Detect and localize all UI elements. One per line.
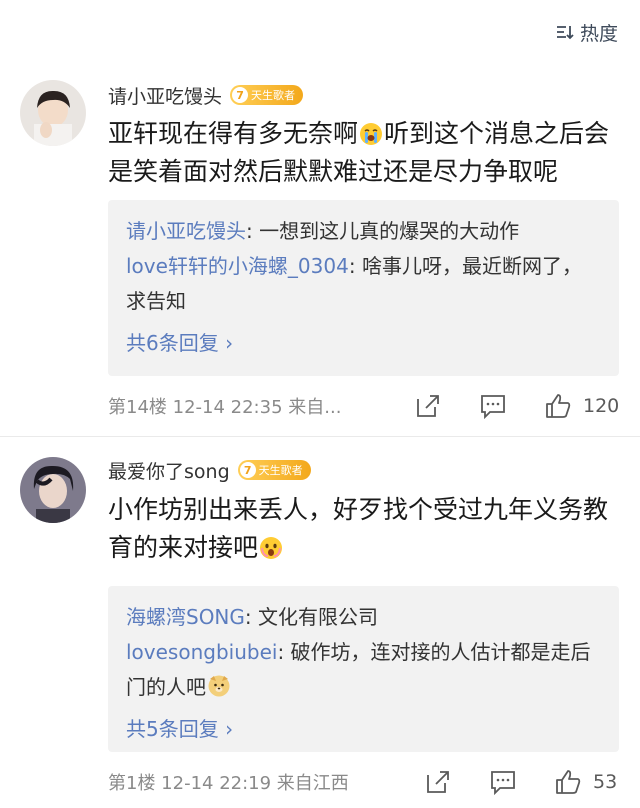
- share-button[interactable]: [413, 391, 443, 421]
- avatar[interactable]: [20, 80, 86, 146]
- comment-meta: 第1楼 12-14 22:19 来自江西: [108, 773, 349, 794]
- like-count: 53: [593, 771, 618, 793]
- comment-icon: [491, 771, 515, 796]
- like-button[interactable]: 53: [553, 767, 617, 797]
- fan-badge: 7 天生歌者: [230, 85, 304, 105]
- reply-username[interactable]: 请小亚吃馒头: [126, 219, 246, 243]
- username[interactable]: 请小亚吃馒头: [108, 82, 222, 109]
- fearful-face-icon: [260, 537, 283, 559]
- crying-face-icon: [360, 123, 383, 145]
- reply-item: 请小亚吃馒头: 一想到这儿真的爆哭的大动作: [126, 214, 601, 249]
- avatar[interactable]: [20, 457, 86, 523]
- reply-item: 海螺湾SONG: 文化有限公司: [126, 600, 601, 635]
- thumbs-up-icon: [556, 770, 581, 794]
- badge-level: 7: [239, 462, 256, 478]
- reply-item: lovesongbiubei: 破作坊，连对接的人估计都是走后门的人吧: [126, 635, 601, 705]
- share-icon: [427, 771, 449, 793]
- comment-text: 亚轩现在得有多无奈啊 听到这个消息之后会是笑着面对然后默默难过还是尽力争取呢: [108, 119, 610, 186]
- like-count: 120: [583, 395, 620, 417]
- reply-text: : 文化有限公司: [244, 605, 379, 629]
- share-icon: [417, 395, 439, 417]
- comment-meta: 第14楼 12-14 22:35 来自...: [108, 397, 342, 418]
- badge-text: 天生歌者: [251, 89, 296, 102]
- fan-badge: 7 天生歌者: [237, 460, 311, 480]
- doge-face-icon: [208, 675, 230, 697]
- reply-item: love轩轩的小海螺_0304: 啥事儿呀，最近断网了，求告知: [126, 249, 601, 319]
- reply-button[interactable]: [488, 767, 518, 797]
- chevron-right-icon: ›: [225, 717, 234, 741]
- sort-button[interactable]: 热度: [556, 18, 618, 46]
- reply-username[interactable]: 海螺湾SONG: [126, 605, 245, 629]
- reply-username[interactable]: love轩轩的小海螺_0304: [126, 254, 349, 278]
- sort-icon: [556, 26, 574, 40]
- comment-footer: 第14楼 12-14 22:35 来自... 120: [108, 388, 622, 424]
- badge-text: 天生歌者: [258, 464, 303, 477]
- username[interactable]: 最爱你了song: [108, 457, 230, 484]
- reply-box[interactable]: 请小亚吃馒头: 一想到这儿真的爆哭的大动作 love轩轩的小海螺_0304: 啥…: [108, 200, 619, 376]
- divider: [0, 436, 640, 437]
- thumbs-up-icon: [546, 394, 571, 418]
- reply-box[interactable]: 海螺湾SONG: 文化有限公司 lovesongbiubei: 破作坊，连对接的…: [108, 586, 619, 752]
- comment-text: 小作坊别出来丢人，好歹找个受过九年义务教育的来对接吧: [108, 495, 609, 562]
- chevron-right-icon: ›: [225, 331, 234, 355]
- like-button[interactable]: 120: [543, 391, 619, 421]
- sort-label: 热度: [579, 22, 618, 45]
- comment-icon: [481, 395, 505, 420]
- share-button[interactable]: [423, 767, 453, 797]
- reply-text: : 一想到这儿真的爆哭的大动作: [246, 219, 520, 243]
- view-more-replies-link[interactable]: 共5条回复 ›: [126, 709, 601, 749]
- comment-footer: 第1楼 12-14 22:19 来自江西 53: [108, 764, 622, 800]
- reply-button[interactable]: [478, 391, 508, 421]
- view-more-replies-link[interactable]: 共6条回复 ›: [126, 323, 601, 363]
- reply-username[interactable]: lovesongbiubei: [126, 640, 277, 664]
- badge-level: 7: [232, 87, 249, 103]
